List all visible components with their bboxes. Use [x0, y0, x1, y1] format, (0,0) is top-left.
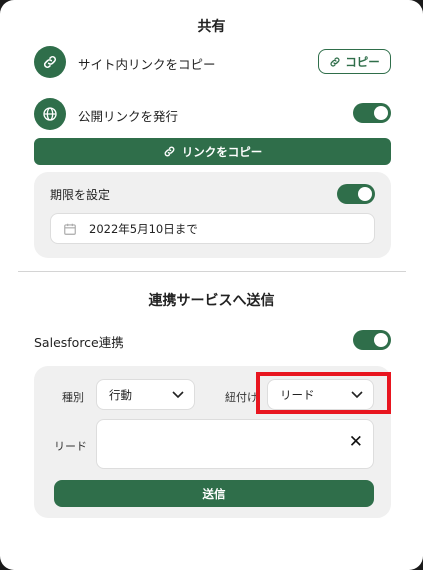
public-link-toggle[interactable]: [353, 103, 391, 123]
expiry-label: 期限を設定: [50, 188, 111, 202]
share-panel: 共有 サイト内リンクをコピー コピー 公開リンクを発行 リンクをコピー 期限を設…: [0, 0, 423, 570]
chevron-down-icon: [351, 390, 363, 398]
link-icon: [34, 46, 66, 78]
section-divider: [18, 271, 406, 272]
link-to-label: 紐付け: [225, 391, 258, 404]
public-link-label: 公開リンクを発行: [78, 109, 179, 124]
expiry-card: 期限を設定 2022年5月10日まで: [34, 172, 391, 258]
send-button-label: 送信: [202, 486, 226, 501]
link-icon: [164, 146, 175, 157]
copy-public-link-button[interactable]: リンクをコピー: [34, 138, 391, 165]
calendar-icon: [64, 223, 76, 235]
link-icon: [330, 56, 340, 67]
link-to-select[interactable]: リード: [267, 379, 374, 410]
salesforce-label: Salesforce連携: [34, 335, 124, 350]
integration-title: 連携サービスへ送信: [148, 293, 275, 309]
lead-input[interactable]: ✕: [96, 419, 374, 469]
chevron-down-icon: [172, 390, 184, 398]
type-label: 種別: [62, 391, 84, 404]
salesforce-toggle[interactable]: [353, 330, 391, 350]
type-select-value: 行動: [109, 387, 132, 402]
internal-link-label: サイト内リンクをコピー: [78, 57, 216, 72]
salesforce-card: 種別 行動 紐付け リード リード ✕ 送信: [34, 366, 391, 518]
type-select[interactable]: 行動: [96, 379, 195, 410]
send-button[interactable]: 送信: [54, 480, 374, 507]
copy-public-link-label: リンクをコピー: [181, 144, 263, 159]
copy-internal-link-button[interactable]: コピー: [318, 49, 391, 74]
expiry-toggle[interactable]: [337, 184, 375, 204]
lead-label: リード: [54, 440, 87, 453]
copy-button-label: コピー: [345, 54, 380, 69]
clear-icon[interactable]: ✕: [349, 434, 363, 451]
link-to-select-value: リード: [280, 387, 315, 402]
share-title: 共有: [197, 19, 226, 35]
expiry-date-value: 2022年5月10日まで: [89, 221, 198, 236]
globe-icon: [34, 98, 66, 130]
expiry-date-field[interactable]: 2022年5月10日まで: [50, 213, 375, 244]
